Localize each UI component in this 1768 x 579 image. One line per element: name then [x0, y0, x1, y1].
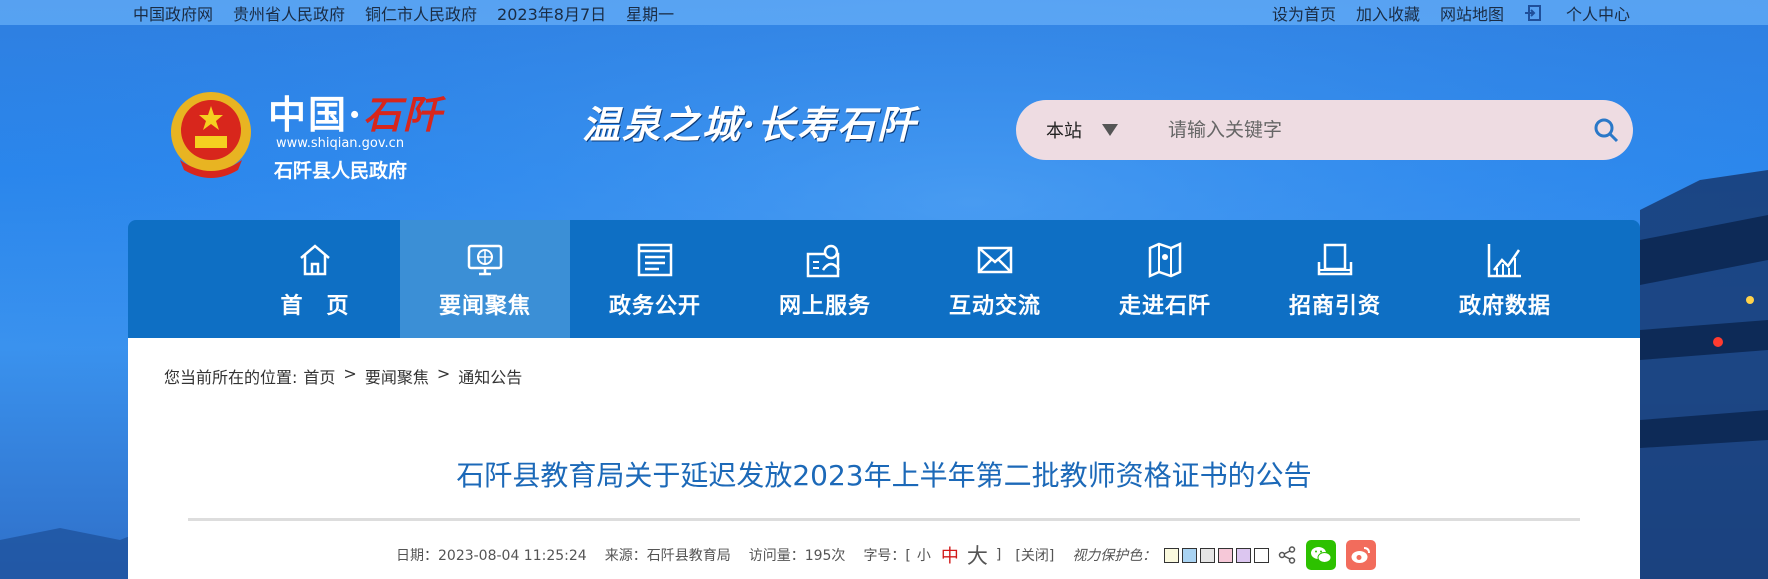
- content-panel: 您当前所在的位置: 首页 > 要闻聚焦 > 通知公告 石阡县教育局关于延迟发放2…: [128, 338, 1640, 579]
- nav-label: 走进石阡: [1118, 294, 1211, 319]
- document-list-icon: [637, 243, 673, 277]
- share-weibo-button[interactable]: [1346, 540, 1377, 570]
- article-views: 访问量：195次: [749, 545, 846, 565]
- views-value: 195次: [804, 548, 846, 564]
- font-size-medium-button[interactable]: 中: [941, 542, 959, 568]
- nav-item-about[interactable]: 走进石阡: [1080, 220, 1250, 338]
- nav-label: 招商引资: [1288, 294, 1381, 319]
- breadcrumb-separator: >: [343, 364, 357, 383]
- nav-label: 网上服务: [778, 294, 871, 319]
- search-input[interactable]: [1168, 110, 1578, 150]
- breadcrumb: 您当前所在的位置: 首页 > 要闻聚焦 > 通知公告: [164, 364, 522, 388]
- breadcrumb-news[interactable]: 要闻聚焦: [365, 364, 429, 388]
- views-label: 访问量：: [748, 548, 805, 564]
- eye-color-swatch-yellow[interactable]: [1164, 547, 1180, 563]
- eye-color-swatch-pink[interactable]: [1218, 547, 1234, 563]
- article-meta: 日期：2023-08-04 11:25:24 来源：石阡县教育局 访问量：195…: [396, 540, 1377, 570]
- breadcrumb-separator: >: [436, 364, 451, 383]
- breadcrumb-home[interactable]: 首页: [303, 364, 335, 388]
- logo-china-text: 中国·: [268, 92, 364, 137]
- eye-color-swatch-purple[interactable]: [1236, 547, 1252, 563]
- briefcase-icon: [1317, 243, 1353, 276]
- font-size-large-button[interactable]: 大: [967, 540, 988, 570]
- eye-color-swatch-gray[interactable]: [1200, 547, 1216, 563]
- search-icon: [1594, 118, 1619, 143]
- eye-color-swatch-white[interactable]: [1254, 547, 1270, 563]
- wechat-icon: [1311, 547, 1332, 563]
- logo-url: www.shiqian.gov.cn: [276, 136, 405, 151]
- logo-county-text: 石阡: [363, 92, 444, 137]
- breadcrumb-notices[interactable]: 通知公告: [458, 364, 522, 388]
- article-source: 来源：石阡县教育局: [605, 545, 731, 565]
- nav-item-interaction[interactable]: 互动交流: [910, 220, 1080, 338]
- nav-label: 政务公开: [608, 294, 701, 319]
- nav-label: 首 页: [280, 294, 350, 319]
- set-homepage-link[interactable]: 设为首页: [1272, 1, 1336, 25]
- nav-label: 要闻聚焦: [438, 294, 531, 319]
- personal-center-link[interactable]: 个人中心: [1524, 1, 1630, 25]
- current-date: 2023年8月7日: [497, 4, 607, 24]
- chart-icon: [1487, 244, 1521, 278]
- nav-item-news[interactable]: 要闻聚焦: [400, 220, 570, 338]
- share-icon[interactable]: [1278, 546, 1296, 564]
- font-size-label: 字号：[: [863, 548, 911, 564]
- font-size-bracket: ]: [995, 547, 1002, 563]
- top-bar: 中国政府网 贵州省人民政府 铜仁市人民政府 2023年8月7日 星期一 设为首页…: [0, 0, 1768, 25]
- link-guizhou-gov[interactable]: 贵州省人民政府: [233, 1, 345, 25]
- article-date: 日期：2023-08-04 11:25:24: [396, 545, 587, 565]
- user-service-icon: [806, 244, 841, 278]
- share-group: [1278, 540, 1377, 570]
- eye-protection-label: 视力保护色：: [1072, 548, 1157, 564]
- add-favorite-link[interactable]: 加入收藏: [1356, 1, 1420, 25]
- nav-item-gov-open[interactable]: 政务公开: [570, 220, 740, 338]
- font-size-controls: 字号：[ 小 中 大 ]: [863, 540, 1001, 570]
- national-emblem-icon: [171, 92, 251, 178]
- search-bar: 本站: [1016, 100, 1633, 160]
- nav-item-home[interactable]: 首 页: [230, 220, 400, 338]
- login-icon: [1524, 4, 1541, 21]
- personal-center-label: 个人中心: [1565, 4, 1630, 24]
- weibo-icon: [1351, 547, 1371, 563]
- eye-color-swatch-blue[interactable]: [1182, 547, 1198, 563]
- nav-item-online-service[interactable]: 网上服务: [740, 220, 910, 338]
- map-icon: [1148, 242, 1182, 278]
- home-icon: [300, 244, 330, 276]
- nav-item-investment[interactable]: 招商引资: [1250, 220, 1420, 338]
- mail-icon: [977, 246, 1013, 274]
- logo-gov-name: 石阡县人民政府: [274, 160, 408, 182]
- share-wechat-button[interactable]: [1306, 540, 1337, 570]
- link-tongren-gov[interactable]: 铜仁市人民政府: [365, 1, 477, 25]
- site-logo[interactable]: 中国·石阡 www.shiqian.gov.cn 石阡县人民政府: [168, 84, 468, 184]
- close-page-button[interactable]: [关闭]: [1015, 545, 1054, 565]
- breadcrumb-prefix: 您当前所在的位置:: [164, 368, 298, 387]
- current-weekday: 星期一: [626, 4, 675, 24]
- font-size-small-button[interactable]: 小: [917, 545, 931, 565]
- source-value: 石阡县教育局: [646, 548, 731, 564]
- nav-item-gov-data[interactable]: 政府数据: [1420, 220, 1590, 338]
- nav-label: 互动交流: [948, 294, 1041, 319]
- search-scope-label: 本站: [1046, 121, 1082, 142]
- search-scope-select[interactable]: 本站: [1046, 117, 1146, 143]
- site-slogan: 温泉之城·长寿石阡: [582, 102, 918, 147]
- logo-title: 中国·石阡: [268, 84, 443, 139]
- article-title: 石阡县教育局关于延迟发放2023年上半年第二批教师资格证书的公告: [456, 459, 1312, 492]
- link-china-gov[interactable]: 中国政府网: [133, 1, 213, 25]
- date-label: 日期：: [396, 548, 438, 564]
- source-label: 来源：: [604, 548, 647, 564]
- nav-label: 政府数据: [1458, 294, 1551, 319]
- title-divider: [188, 518, 1580, 521]
- sitemap-link[interactable]: 网站地图: [1440, 1, 1504, 25]
- search-button[interactable]: [1586, 110, 1626, 150]
- date-value: 2023-08-04 11:25:24: [438, 548, 587, 564]
- main-nav: 首 页 要闻聚焦 政务公开 网上服务 互动交流 走进石阡 招商引资 政府数据: [128, 220, 1640, 338]
- dropdown-arrow-icon: [1102, 124, 1118, 136]
- globe-monitor-icon: [467, 244, 503, 276]
